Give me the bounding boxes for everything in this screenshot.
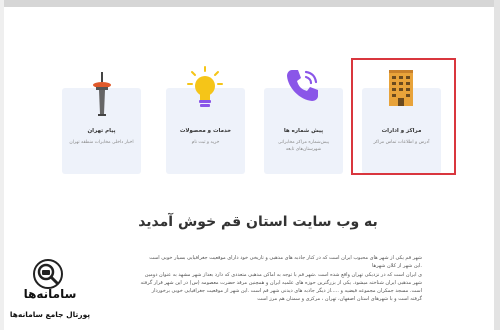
lightbulb-icon — [187, 66, 223, 107]
card-title: پیش شماره ها — [283, 128, 324, 134]
card-description: اخبار داخلی مخابرات منطقه تهران — [69, 140, 134, 145]
scrollbar[interactable] — [494, 0, 500, 330]
tower-icon — [93, 72, 111, 116]
logo-name: سامانه‌ها — [23, 287, 77, 301]
highlight-box — [351, 58, 456, 175]
paragraph-line: ی ایران است که در نزدیکی تهران واقع شده … — [144, 271, 422, 278]
card-description: پیش‌شماره مراکز مخابراتی شهرستان‌های تاب… — [278, 140, 329, 152]
card-title: پیام تهران — [87, 128, 116, 134]
logo-subtitle: پورتال جامع سامانه‌ها — [9, 310, 91, 319]
magnifier-icon — [33, 259, 63, 289]
paragraph-line: شهر قم یکی از شهر های محبوب ایران است که… — [149, 255, 422, 261]
paragraph-line: .این شهر از کلان شهرها — [371, 263, 422, 270]
page-title: به وب سایت استان قم خوش آمدید — [138, 214, 378, 230]
card-area-codes[interactable]: پیش شماره ها پیش‌شماره مراکز مخابراتی شه… — [264, 70, 343, 174]
browser-frame-top — [0, 0, 500, 7]
phone-icon — [287, 70, 318, 101]
card-services-products[interactable]: خدمات و محصولات خرید و ثبت نام — [166, 66, 245, 174]
card-description: خرید و ثبت نام — [191, 140, 220, 145]
card-title: خدمات و محصولات — [179, 128, 232, 134]
intro-paragraph: شهر قم یکی از شهر های محبوب ایران است که… — [84, 254, 422, 304]
card-tehran-message[interactable]: پیام تهران اخبار داخلی مخابرات منطقه تهر… — [62, 72, 141, 174]
paragraph-line: گرفته است و با شهرهای استان اصفهان، تهرا… — [257, 296, 422, 303]
paragraph-line: شهر مذهبی ایران شناخته میشود. یکی از بزر… — [140, 279, 422, 286]
paragraph-line: است. مسجد جمکران مجموعه فیضیه و .....از … — [151, 288, 422, 295]
watermark-logo: سامانه‌ها پورتال جامع سامانه‌ها — [2, 255, 98, 327]
